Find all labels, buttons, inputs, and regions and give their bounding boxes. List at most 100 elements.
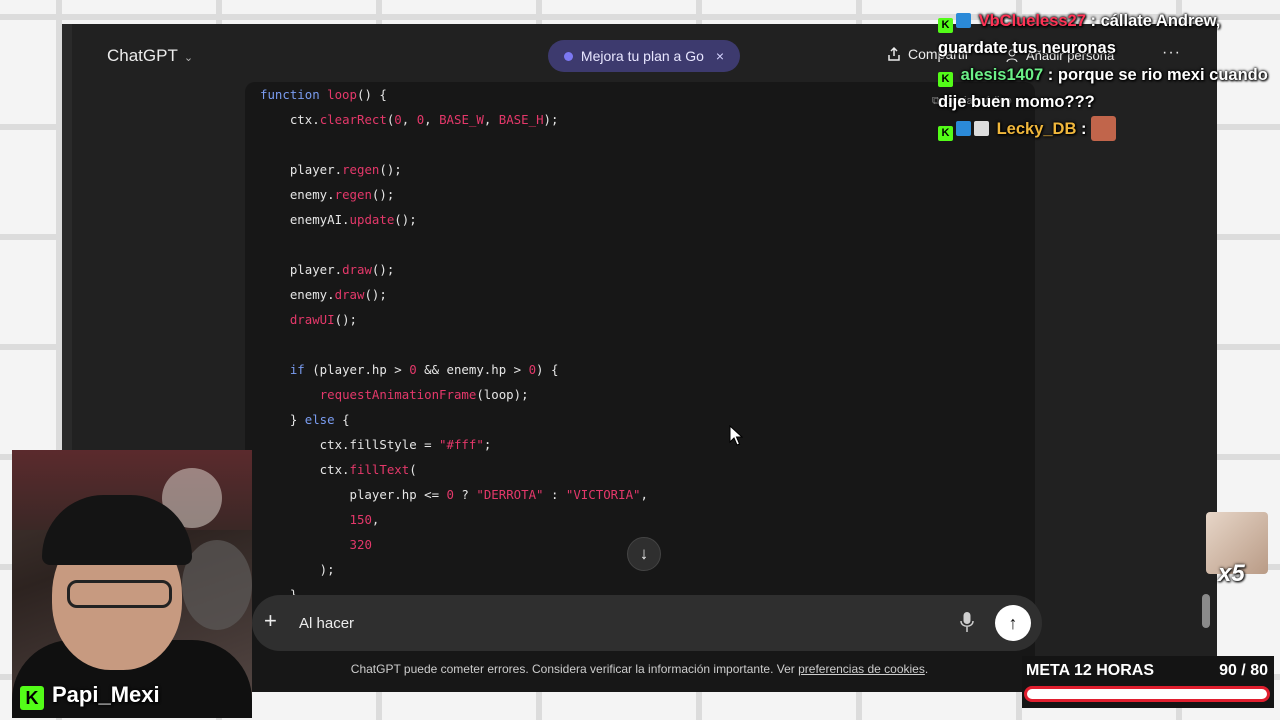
chat-text: : — [1080, 120, 1087, 138]
code-token: player. — [260, 262, 343, 277]
cursor-icon — [729, 425, 743, 446]
code-token: (); — [334, 312, 357, 327]
kick-logo-icon: K — [20, 686, 44, 710]
code-content: function loop() { ctx.clearRect(0, 0, BA… — [260, 82, 648, 607]
webcam-glasses — [67, 580, 172, 608]
code-token: enemy. — [260, 187, 335, 202]
upgrade-plan-button[interactable]: Mejora tu plan a Go × — [548, 40, 740, 72]
close-icon[interactable]: × — [716, 48, 724, 64]
code-token: (); — [364, 287, 387, 302]
code-line: ctx.fillStyle = "#fff"; — [260, 432, 648, 457]
code-line: player.hp <= 0 ? "DERROTA" : "VICTORIA", — [260, 482, 648, 507]
model-selector[interactable]: ChatGPT ⌄ — [107, 46, 193, 66]
code-token: : — [543, 487, 566, 502]
code-token: ) { — [536, 362, 559, 377]
code-line: enemy.regen(); — [260, 182, 648, 207]
code-token: (); — [394, 212, 417, 227]
code-token: ctx.fillStyle = — [260, 437, 440, 452]
code-token: drawUI — [289, 312, 335, 327]
goal-label: META 12 HORAS — [1026, 662, 1155, 679]
code-token: (player.hp > — [304, 362, 410, 377]
chat-message: K alesis1407 : porque se rio mexi cuando… — [938, 62, 1278, 116]
kick-badge-icon: K — [938, 126, 953, 141]
code-token: "#fff" — [439, 437, 484, 452]
code-token: , — [401, 112, 417, 127]
subscriber-badge-icon — [956, 121, 971, 136]
code-line: 150, — [260, 507, 648, 532]
code-line: player.regen(); — [260, 157, 648, 182]
code-token: ( — [409, 462, 417, 477]
code-line: enemyAI.update(); — [260, 207, 648, 232]
code-token: enemyAI. — [260, 212, 350, 227]
webcam-fan — [182, 540, 252, 630]
code-token: { — [334, 412, 350, 427]
code-line: player.draw(); — [260, 257, 648, 282]
code-token: regen — [334, 187, 372, 202]
code-line: if (player.hp > 0 && enemy.hp > 0) { — [260, 357, 648, 382]
code-token: update — [349, 212, 395, 227]
code-line: requestAnimationFrame(loop); — [260, 382, 648, 407]
scrollbar[interactable] — [1202, 594, 1210, 628]
code-token: fillText — [349, 462, 410, 477]
code-line: 320 — [260, 532, 648, 557]
code-token: "DERROTA" — [476, 487, 544, 502]
disclaimer-end: . — [924, 662, 929, 676]
code-token: (loop); — [476, 387, 529, 402]
code-token: ); — [260, 562, 335, 577]
code-token: ? — [453, 487, 477, 502]
code-token: () { — [356, 87, 387, 102]
chevron-down-icon: ⌄ — [183, 52, 194, 64]
webcam-overlay: K Papi_Mexi — [12, 450, 252, 718]
code-token: 0 — [446, 487, 454, 502]
code-token: 0 — [409, 362, 417, 377]
code-token: 150 — [349, 512, 372, 527]
model-name-label: ChatGPT — [107, 46, 178, 65]
chat-emote — [1091, 116, 1117, 141]
upgrade-dot-icon — [563, 51, 573, 61]
code-token: , — [371, 512, 380, 527]
arrow-down-icon: ↓ — [639, 544, 649, 563]
message-input[interactable] — [297, 614, 901, 633]
code-line: enemy.draw(); — [260, 282, 648, 307]
code-token: && enemy.hp > — [416, 362, 529, 377]
emote-multiplier: x5 — [1218, 560, 1245, 587]
cookie-preferences-link[interactable]: preferencias de cookies — [798, 662, 925, 676]
code-line: ctx.fillText( — [260, 457, 648, 482]
chat-message: K VbClueless27 : cállate Andrew, guardat… — [938, 8, 1278, 62]
code-token: regen — [342, 162, 380, 177]
chat-message: K Lecky_DB : — [938, 116, 1278, 143]
chat-username: alesis1407 — [960, 66, 1044, 84]
code-token: (); — [371, 187, 395, 202]
chat-username: Lecky_DB — [996, 120, 1077, 138]
code-token: (); — [379, 162, 402, 177]
disclaimer-text: ChatGPT puede cometer errores. Considera… — [350, 662, 799, 676]
code-token: , — [424, 112, 440, 127]
code-token: } — [260, 412, 305, 427]
code-line: drawUI(); — [260, 307, 648, 332]
stream-goal: META 12 HORAS 90 / 80 — [1022, 656, 1274, 708]
code-line: } else { — [260, 407, 648, 432]
stream-chat-overlay: K VbClueless27 : cállate Andrew, guardat… — [938, 8, 1278, 143]
code-token: "VICTORIA" — [565, 487, 641, 502]
goal-count: 90 / 80 — [1219, 662, 1268, 679]
send-button[interactable]: ↑ — [995, 605, 1031, 641]
code-token: loop — [327, 87, 357, 102]
upgrade-plan-label: Mejora tu plan a Go — [580, 48, 704, 64]
code-token: ); — [543, 112, 559, 127]
code-token: clearRect — [319, 112, 387, 127]
code-token: if — [289, 362, 305, 377]
plus-icon[interactable]: + — [264, 608, 277, 634]
streamer-name: Papi_Mexi — [52, 682, 160, 707]
code-line: function loop() { — [260, 82, 648, 107]
scroll-to-bottom-button[interactable]: ↓ — [627, 537, 661, 571]
microphone-icon[interactable] — [960, 611, 974, 633]
code-token: (); — [371, 262, 395, 277]
